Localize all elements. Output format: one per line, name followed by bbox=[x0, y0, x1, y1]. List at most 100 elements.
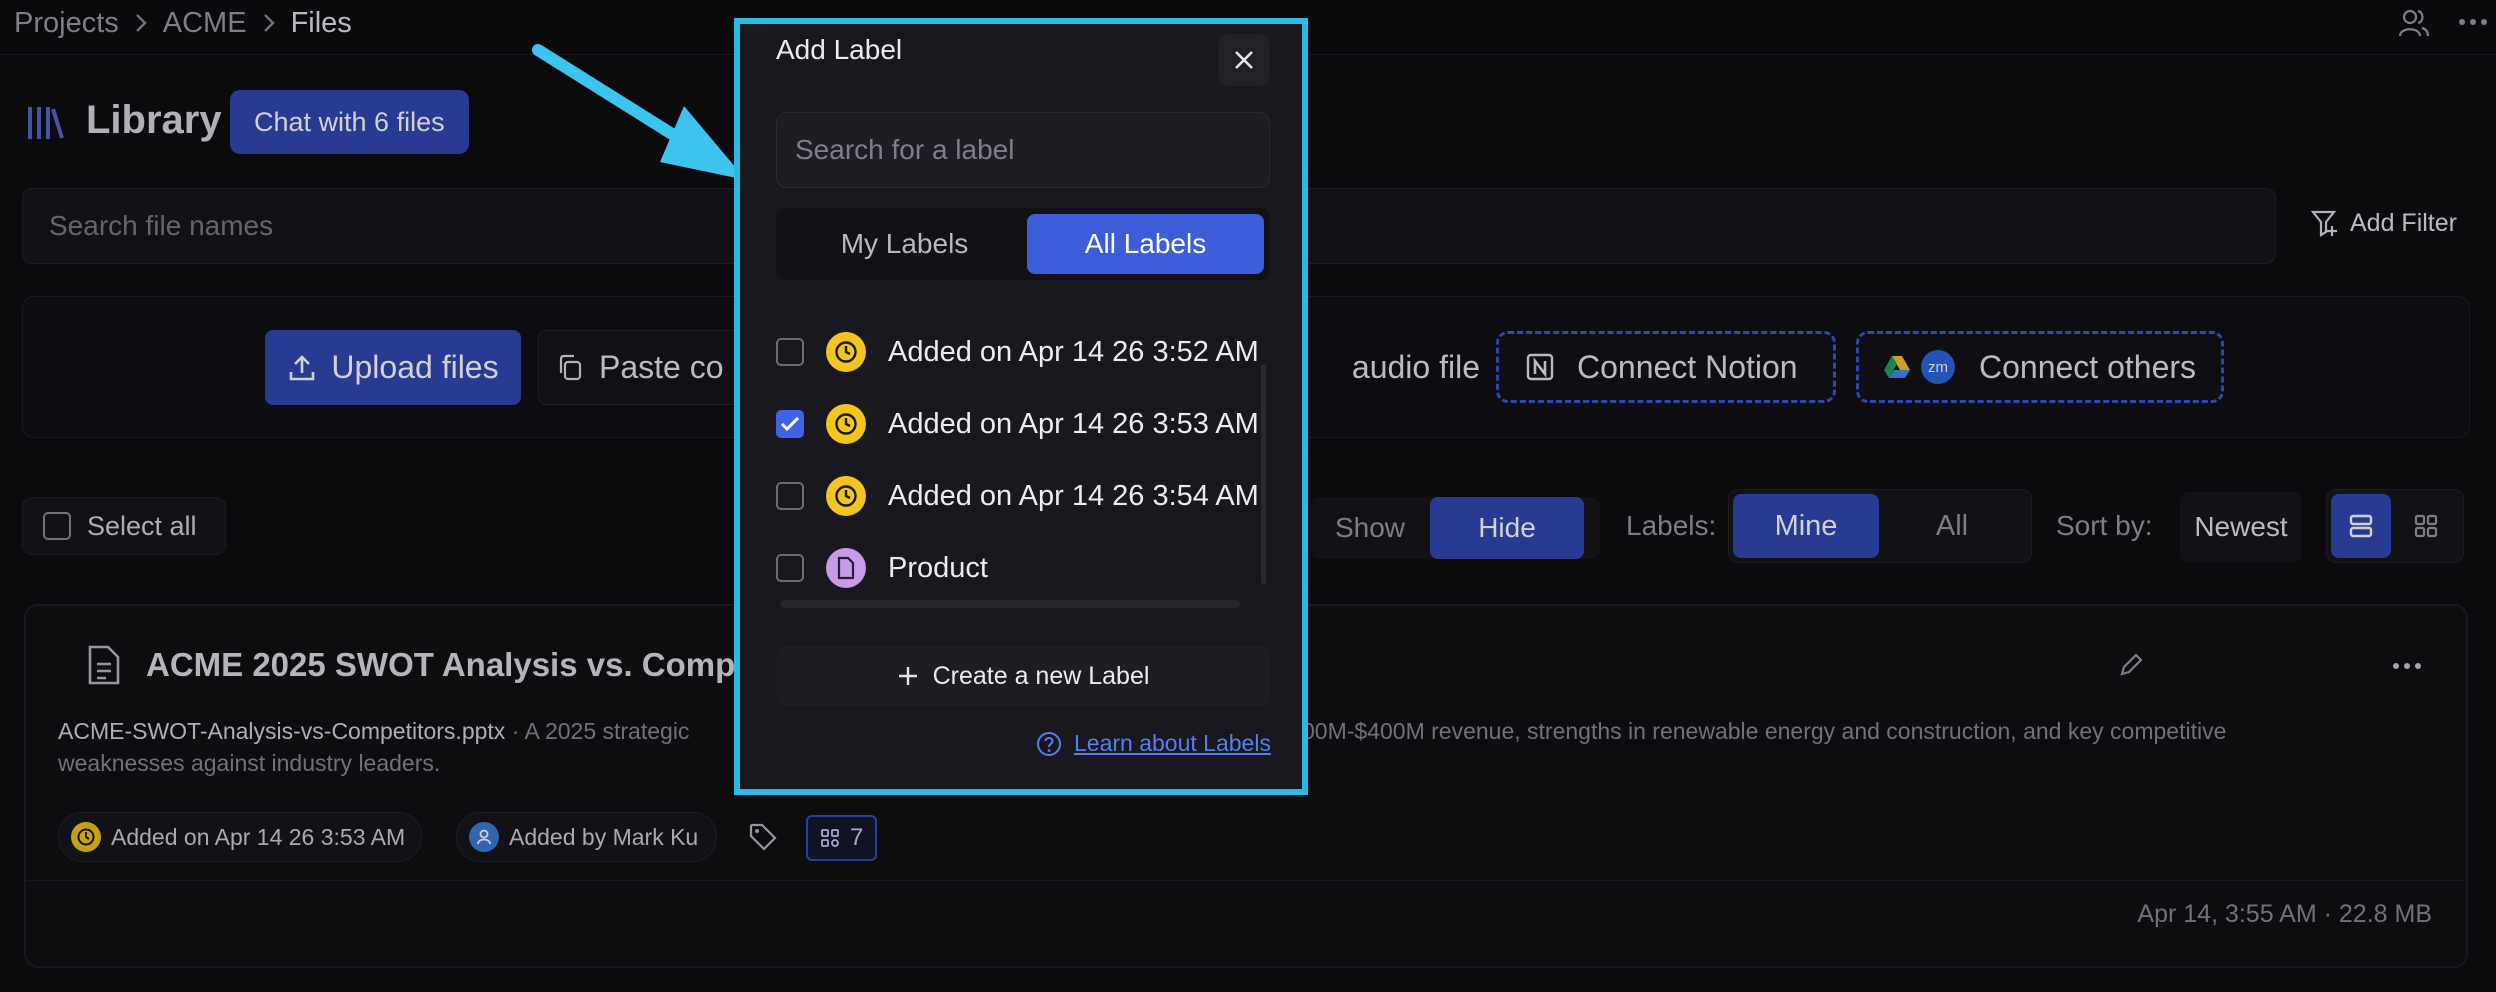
file-search-placeholder: Search file names bbox=[49, 210, 274, 241]
label-option[interactable]: Added on Apr 14 26 3:52 AM bbox=[776, 332, 1259, 372]
connect-notion-label: Connect Notion bbox=[1577, 348, 1798, 385]
close-icon[interactable] bbox=[1218, 34, 1270, 86]
label-chip-added-by[interactable]: Added by Mark Ku bbox=[456, 812, 718, 862]
label-option-text: Added on Apr 14 26 3:52 AM bbox=[888, 335, 1259, 368]
connect-others-button[interactable]: zm Connect others bbox=[1856, 331, 2224, 403]
select-all-label: Select all bbox=[87, 510, 197, 541]
label-option-text: Added on Apr 14 26 3:54 AM bbox=[888, 479, 1259, 512]
label-search-placeholder: Search for a label bbox=[795, 134, 1015, 165]
card-divider bbox=[24, 880, 2464, 881]
file-icon bbox=[86, 644, 122, 686]
create-label-text: Create a new Label bbox=[932, 661, 1150, 690]
connect-notion-button[interactable]: Connect Notion bbox=[1496, 331, 1836, 403]
label-option-text: Product bbox=[888, 551, 988, 584]
apps-icon bbox=[820, 828, 840, 848]
file-name: ACME-SWOT-Analysis-vs-Competitors.pptx bbox=[58, 718, 506, 744]
label-checkbox[interactable] bbox=[776, 338, 804, 366]
upload-files-label: Upload files bbox=[331, 349, 499, 385]
labels-all-option[interactable]: All bbox=[1879, 494, 2025, 558]
list-horizontal-scrollbar[interactable] bbox=[780, 600, 1240, 608]
chevron-right-icon bbox=[261, 12, 277, 34]
upload-audio-button[interactable]: audio file bbox=[1300, 330, 1480, 405]
create-label-button[interactable]: Create a new Label bbox=[776, 646, 1270, 706]
card-more-icon[interactable] bbox=[2392, 656, 2422, 676]
file-title[interactable]: ACME 2025 SWOT Analysis vs. Competit bbox=[146, 646, 785, 684]
add-filter-label: Add Filter bbox=[2350, 208, 2457, 237]
clock-icon bbox=[826, 332, 866, 372]
label-option[interactable]: Added on Apr 14 26 3:53 AM bbox=[776, 404, 1259, 444]
paste-content-label: Paste co bbox=[599, 349, 724, 385]
edit-icon[interactable] bbox=[2118, 652, 2144, 678]
breadcrumb-projects[interactable]: Projects bbox=[14, 7, 119, 40]
zoom-badge-text: zm bbox=[1928, 358, 1948, 376]
filter-icon bbox=[2310, 208, 2340, 238]
hide-option[interactable]: Hide bbox=[1430, 497, 1584, 559]
more-labels-badge[interactable]: 7 bbox=[806, 815, 878, 861]
breadcrumb-files[interactable]: Files bbox=[291, 7, 352, 40]
tag-icon[interactable] bbox=[748, 822, 778, 852]
labels-mine-option[interactable]: Mine bbox=[1733, 494, 1879, 558]
clock-icon bbox=[826, 476, 866, 516]
labels-filter-toggle: Mine All bbox=[1728, 489, 2032, 563]
file-desc-line2: weaknesses against industry leaders. bbox=[58, 750, 441, 776]
label-option-text: Added on Apr 14 26 3:53 AM bbox=[888, 407, 1259, 440]
upload-files-button[interactable]: Upload files bbox=[265, 330, 521, 405]
show-hide-toggle: Show Hide bbox=[1310, 497, 1600, 559]
list-scrollbar[interactable] bbox=[1261, 364, 1266, 584]
add-label-dialog: Add Label Search for a label My Labels A… bbox=[734, 18, 1308, 795]
user-avatar-icon bbox=[469, 822, 499, 852]
upload-audio-label: audio file bbox=[1351, 349, 1480, 385]
list-view-icon[interactable] bbox=[2331, 494, 2391, 558]
paste-content-button[interactable]: Paste co bbox=[538, 330, 758, 405]
select-all-box bbox=[43, 512, 71, 540]
label-search-input[interactable]: Search for a label bbox=[776, 112, 1270, 188]
view-toggle bbox=[2326, 489, 2464, 563]
chevron-right-icon bbox=[133, 12, 149, 34]
upload-icon bbox=[287, 353, 317, 383]
more-labels-count: 7 bbox=[850, 824, 864, 851]
breadcrumb: Projects ACME Files bbox=[14, 6, 352, 40]
tab-all-labels[interactable]: All Labels bbox=[1027, 214, 1264, 274]
library-icon bbox=[26, 103, 66, 141]
arrow-annotation-icon bbox=[532, 40, 752, 190]
file-description: ACME-SWOT-Analysis-vs-Competitors.pptx ·… bbox=[58, 718, 689, 745]
chip-added-by-label: Added by Mark Ku bbox=[509, 823, 699, 850]
help-icon bbox=[1036, 731, 1062, 757]
select-all-checkbox[interactable]: Select all bbox=[22, 497, 226, 555]
grid-view-icon[interactable] bbox=[2395, 494, 2457, 558]
dialog-title: Add Label bbox=[776, 34, 903, 65]
page-title: Library bbox=[86, 98, 222, 142]
label-checkbox[interactable] bbox=[776, 554, 804, 582]
notion-icon bbox=[1525, 352, 1555, 382]
label-chip-added-on[interactable]: Added on Apr 14 26 3:53 AM bbox=[58, 812, 423, 862]
labels-filter-label: Labels: bbox=[1626, 510, 1717, 541]
clock-icon bbox=[71, 822, 101, 852]
copy-icon bbox=[557, 354, 583, 382]
tab-my-labels[interactable]: My Labels bbox=[782, 214, 1027, 274]
add-filter-button[interactable]: Add Filter bbox=[2310, 208, 2457, 238]
more-icon[interactable] bbox=[2458, 10, 2488, 34]
file-desc-end: 00M-$400M revenue, strengths in renewabl… bbox=[1302, 718, 2227, 744]
label-checkbox[interactable] bbox=[776, 482, 804, 510]
zoom-icon: zm bbox=[1921, 350, 1955, 384]
sort-by-label: Sort by: bbox=[2056, 510, 2153, 541]
label-checkbox-checked[interactable] bbox=[776, 410, 804, 438]
learn-about-labels-link[interactable]: Learn about Labels bbox=[1036, 730, 1271, 757]
file-desc-start: · A 2025 strategic bbox=[505, 718, 690, 744]
document-icon bbox=[826, 548, 866, 588]
sort-dropdown[interactable]: Newest bbox=[2180, 492, 2302, 562]
label-option[interactable]: Added on Apr 14 26 3:54 AM bbox=[776, 476, 1259, 516]
label-option[interactable]: Product bbox=[776, 548, 988, 588]
show-option[interactable]: Show bbox=[1310, 497, 1430, 559]
breadcrumb-acme[interactable]: ACME bbox=[163, 7, 247, 40]
file-meta: Apr 14, 3:55 AM · 22.8 MB bbox=[2137, 900, 2432, 928]
chat-with-files-button[interactable]: Chat with 6 files bbox=[230, 90, 469, 154]
chip-added-on-label: Added on Apr 14 26 3:53 AM bbox=[111, 823, 406, 850]
learn-link-text: Learn about Labels bbox=[1074, 730, 1271, 756]
google-drive-icon bbox=[1883, 354, 1911, 380]
clock-icon bbox=[826, 404, 866, 444]
plus-icon bbox=[897, 665, 919, 687]
label-scope-tabs: My Labels All Labels bbox=[776, 208, 1270, 280]
connect-others-label: Connect others bbox=[1979, 348, 2197, 385]
users-icon[interactable] bbox=[2398, 8, 2430, 38]
